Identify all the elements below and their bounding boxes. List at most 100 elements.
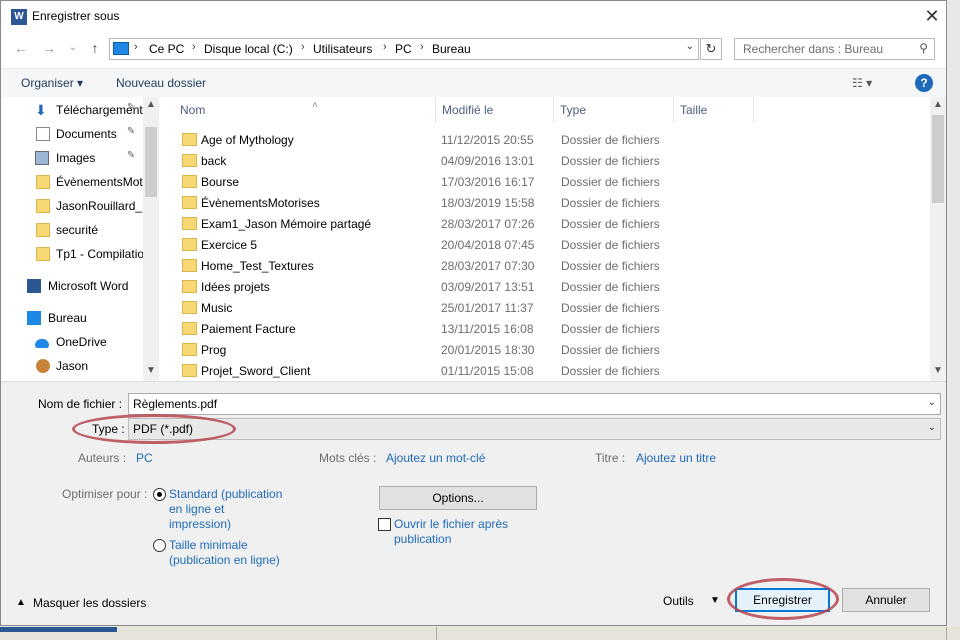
scrollbar-thumb[interactable] — [145, 127, 157, 197]
chevron-up-icon[interactable]: ▲ — [146, 99, 156, 110]
recent-locations-icon[interactable]: ⌄ — [65, 40, 81, 56]
chevron-up-icon[interactable]: ▲ — [16, 597, 26, 608]
accent-bar — [0, 627, 117, 632]
chevron-down-icon[interactable]: ▼ — [710, 595, 720, 606]
sidebar-item-label: ÉvènementsMotorises — [56, 175, 143, 189]
sidebar-item-documents[interactable]: Documents ✎ — [1, 123, 143, 145]
file-name: Exercice 5 — [201, 238, 258, 252]
breadcrumb-utilisateurs[interactable]: Utilisateurs — [313, 42, 372, 56]
sidebar-item-securite[interactable]: securité — [1, 219, 143, 241]
filename-field[interactable]: Règlements.pdf ⌄ — [128, 393, 941, 415]
table-row[interactable]: Bourse 17/03/2016 16:17 Dossier de fichier… — [160, 171, 930, 192]
sidebar-item-onedrive[interactable]: OneDrive — [1, 331, 143, 353]
optimize-minimum-label[interactable]: (publication en ligne) — [169, 553, 280, 567]
sidebar-item-evenementsmotorises[interactable]: ÉvènementsMotorises — [1, 171, 143, 193]
table-row[interactable]: Age of Mythology 11/12/2015 20:55 Dossier … — [160, 129, 930, 150]
back-arrow-icon[interactable]: ← — [13, 40, 29, 56]
file-type-select[interactable]: PDF (*.pdf) ⌄ — [128, 418, 941, 440]
sidebar-item-tp1-compilation[interactable]: Tp1 - Compilation — [1, 243, 143, 265]
cancel-button[interactable]: Annuler — [842, 588, 930, 612]
file-name: back — [201, 154, 227, 168]
table-row[interactable]: back 04/09/2016 13:01 Dossier de fichiers — [160, 150, 930, 171]
navigation-pane: ⬇ Téléchargements ✎ Documents ✎ Images ✎… — [1, 97, 159, 381]
chevron-down-icon[interactable]: ⌄ — [686, 41, 694, 52]
save-button[interactable]: Enregistrer — [735, 588, 830, 612]
breadcrumb-bureau[interactable]: Bureau — [432, 42, 471, 56]
options-button[interactable]: Options... — [379, 486, 537, 510]
breadcrumb-pc[interactable]: PC — [395, 42, 412, 56]
table-row[interactable]: Prog 20/01/2015 18:30 Dossier de fichiers — [160, 339, 930, 360]
folder-icon — [36, 223, 50, 237]
table-row[interactable]: Projet_Sword_Client 01/11/2015 15:08 Dossi… — [160, 360, 930, 381]
hide-folders-button[interactable]: Masquer les dossiers — [33, 596, 146, 610]
folder-icon — [182, 280, 197, 293]
file-modified: 25/01/2017 11:37 — [441, 301, 534, 315]
file-name: ÉvènementsMotorises — [201, 196, 320, 210]
file-type: Dossier de fichiers — [561, 217, 660, 231]
sidebar-item-microsoft-word[interactable]: Microsoft Word — [1, 275, 143, 297]
file-modified: 13/11/2015 16:08 — [441, 322, 534, 336]
view-options-icon[interactable]: ☷ ▾ — [852, 76, 872, 90]
optimize-label: Optimiser pour : — [62, 487, 148, 501]
title-field[interactable]: Ajoutez un titre — [636, 451, 716, 465]
new-folder-button[interactable]: Nouveau dossier — [116, 76, 206, 90]
table-row[interactable]: Paiement Facture 13/11/2015 16:08 Dossier … — [160, 318, 930, 339]
sidebar-item-bureau[interactable]: Bureau — [1, 307, 143, 329]
chevron-down-icon[interactable]: ⌄ — [928, 422, 936, 433]
table-row[interactable]: ÉvènementsMotorises 18/03/2019 15:58 Dossi… — [160, 192, 930, 213]
open-after-publish-label[interactable]: publication — [394, 532, 451, 546]
chevron-up-icon[interactable]: ▲ — [933, 99, 943, 110]
search-input[interactable]: Rechercher dans : Bureau ⚲ — [734, 38, 935, 60]
user-icon — [36, 359, 50, 373]
keywords-field[interactable]: Ajoutez un mot-clé — [386, 451, 485, 465]
column-header-type[interactable]: Type — [554, 97, 674, 123]
column-header-name[interactable]: Nom ˄ — [174, 97, 436, 123]
computer-icon — [113, 42, 129, 55]
optimize-standard-radio[interactable] — [153, 488, 166, 501]
optimize-minimum-label[interactable]: Taille minimale — [169, 538, 248, 552]
table-row[interactable]: Exercice 5 20/04/2018 07:45 Dossier de fic… — [160, 234, 930, 255]
refresh-button[interactable]: ↻ — [700, 38, 722, 60]
address-bar[interactable]: › Ce PC › Disque local (C:) › Utilisateu… — [109, 38, 699, 60]
file-name: Projet_Sword_Client — [201, 364, 311, 378]
file-modified: 17/03/2016 16:17 — [441, 175, 535, 189]
authors-value[interactable]: PC — [136, 451, 153, 465]
organize-button[interactable]: Organiser ▾ — [21, 76, 83, 90]
sidebar-item-jasonrouillard[interactable]: JasonRouillard_L — [1, 195, 143, 217]
breadcrumb-ce-pc[interactable]: Ce PC — [149, 42, 184, 56]
close-button[interactable]: ✕ — [919, 4, 945, 28]
table-row[interactable]: Home_Test_Textures 28/03/2017 07:30 Dossie… — [160, 255, 930, 276]
optimize-standard-label[interactable]: en ligne et — [169, 502, 224, 516]
column-header-size[interactable]: Taille — [674, 97, 754, 123]
folder-icon — [182, 154, 197, 167]
up-arrow-icon[interactable]: ↑ — [87, 40, 103, 56]
file-type: Dossier de fichiers — [561, 154, 660, 168]
chevron-down-icon[interactable]: ▼ — [933, 365, 943, 376]
tools-button[interactable]: Outils — [663, 594, 694, 608]
chevron-down-icon[interactable]: ▼ — [146, 365, 156, 376]
file-list-scrollbar[interactable]: ▲ ▼ — [930, 97, 946, 381]
table-row[interactable]: Idées projets 03/09/2017 13:51 Dossier de … — [160, 276, 930, 297]
open-after-publish-label[interactable]: Ouvrir le fichier après — [394, 517, 508, 531]
file-type: Dossier de fichiers — [561, 259, 660, 273]
scrollbar-thumb[interactable] — [932, 115, 944, 203]
optimize-standard-label[interactable]: impression) — [169, 517, 231, 531]
sidebar-item-jason[interactable]: Jason — [1, 355, 143, 377]
sidebar-item-telechargements[interactable]: ⬇ Téléchargements ✎ — [1, 99, 143, 121]
folder-icon — [182, 301, 197, 314]
column-header-modified[interactable]: Modifié le — [436, 97, 554, 123]
breadcrumb-disque-local[interactable]: Disque local (C:) — [204, 42, 293, 56]
forward-arrow-icon[interactable]: → — [41, 40, 57, 56]
sidebar-item-images[interactable]: Images ✎ — [1, 147, 143, 169]
file-type-value: PDF (*.pdf) — [133, 422, 194, 436]
table-row[interactable]: Music 25/01/2017 11:37 Dossier de fichiers — [160, 297, 930, 318]
sidebar-scrollbar[interactable]: ▲ ▼ — [143, 97, 159, 381]
sidebar-item-label: Microsoft Word — [48, 279, 129, 293]
table-row[interactable]: Exam1_Jason Mémoire partagé 28/03/2017 07… — [160, 213, 930, 234]
chevron-down-icon[interactable]: ⌄ — [928, 397, 936, 408]
optimize-minimum-radio[interactable] — [153, 539, 166, 552]
file-type: Dossier de fichiers — [561, 322, 660, 336]
open-after-publish-checkbox[interactable] — [378, 518, 391, 531]
optimize-standard-label[interactable]: Standard (publication — [169, 487, 282, 501]
help-icon[interactable]: ? — [915, 74, 933, 92]
